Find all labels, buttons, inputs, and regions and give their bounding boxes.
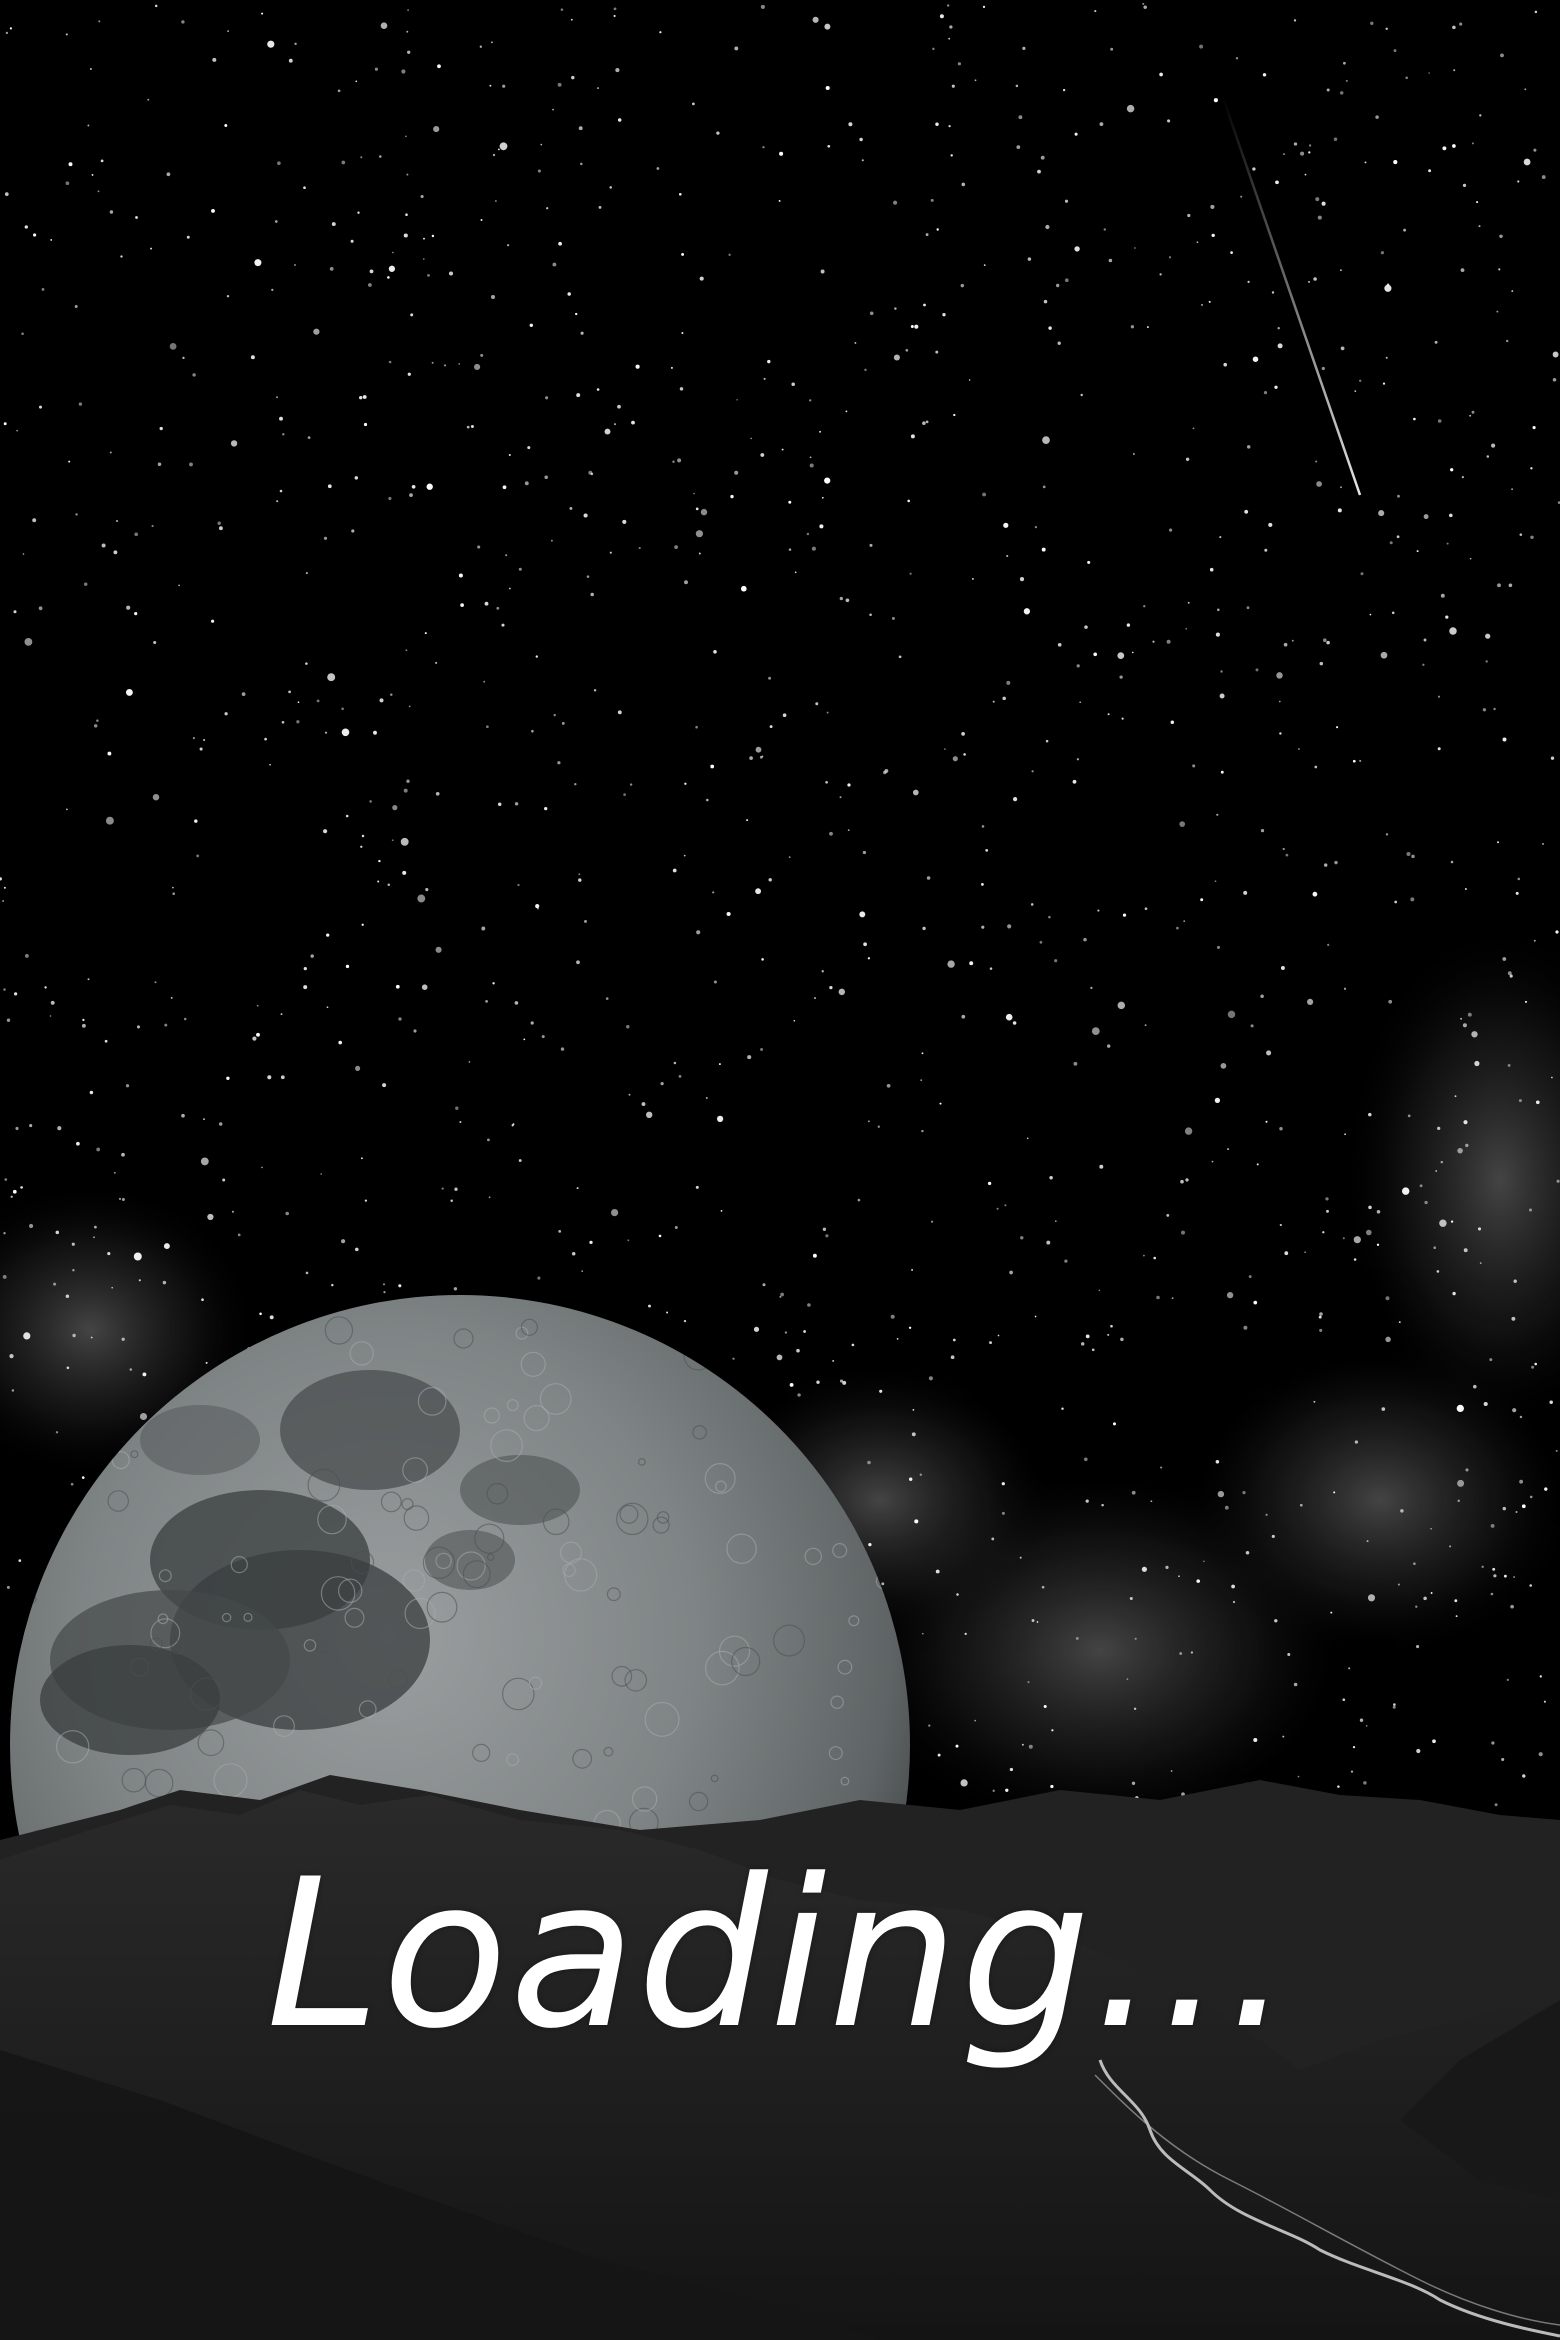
loading-screen: Loading...: [0, 0, 1560, 2340]
loading-label: Loading...: [266, 1836, 1294, 2074]
